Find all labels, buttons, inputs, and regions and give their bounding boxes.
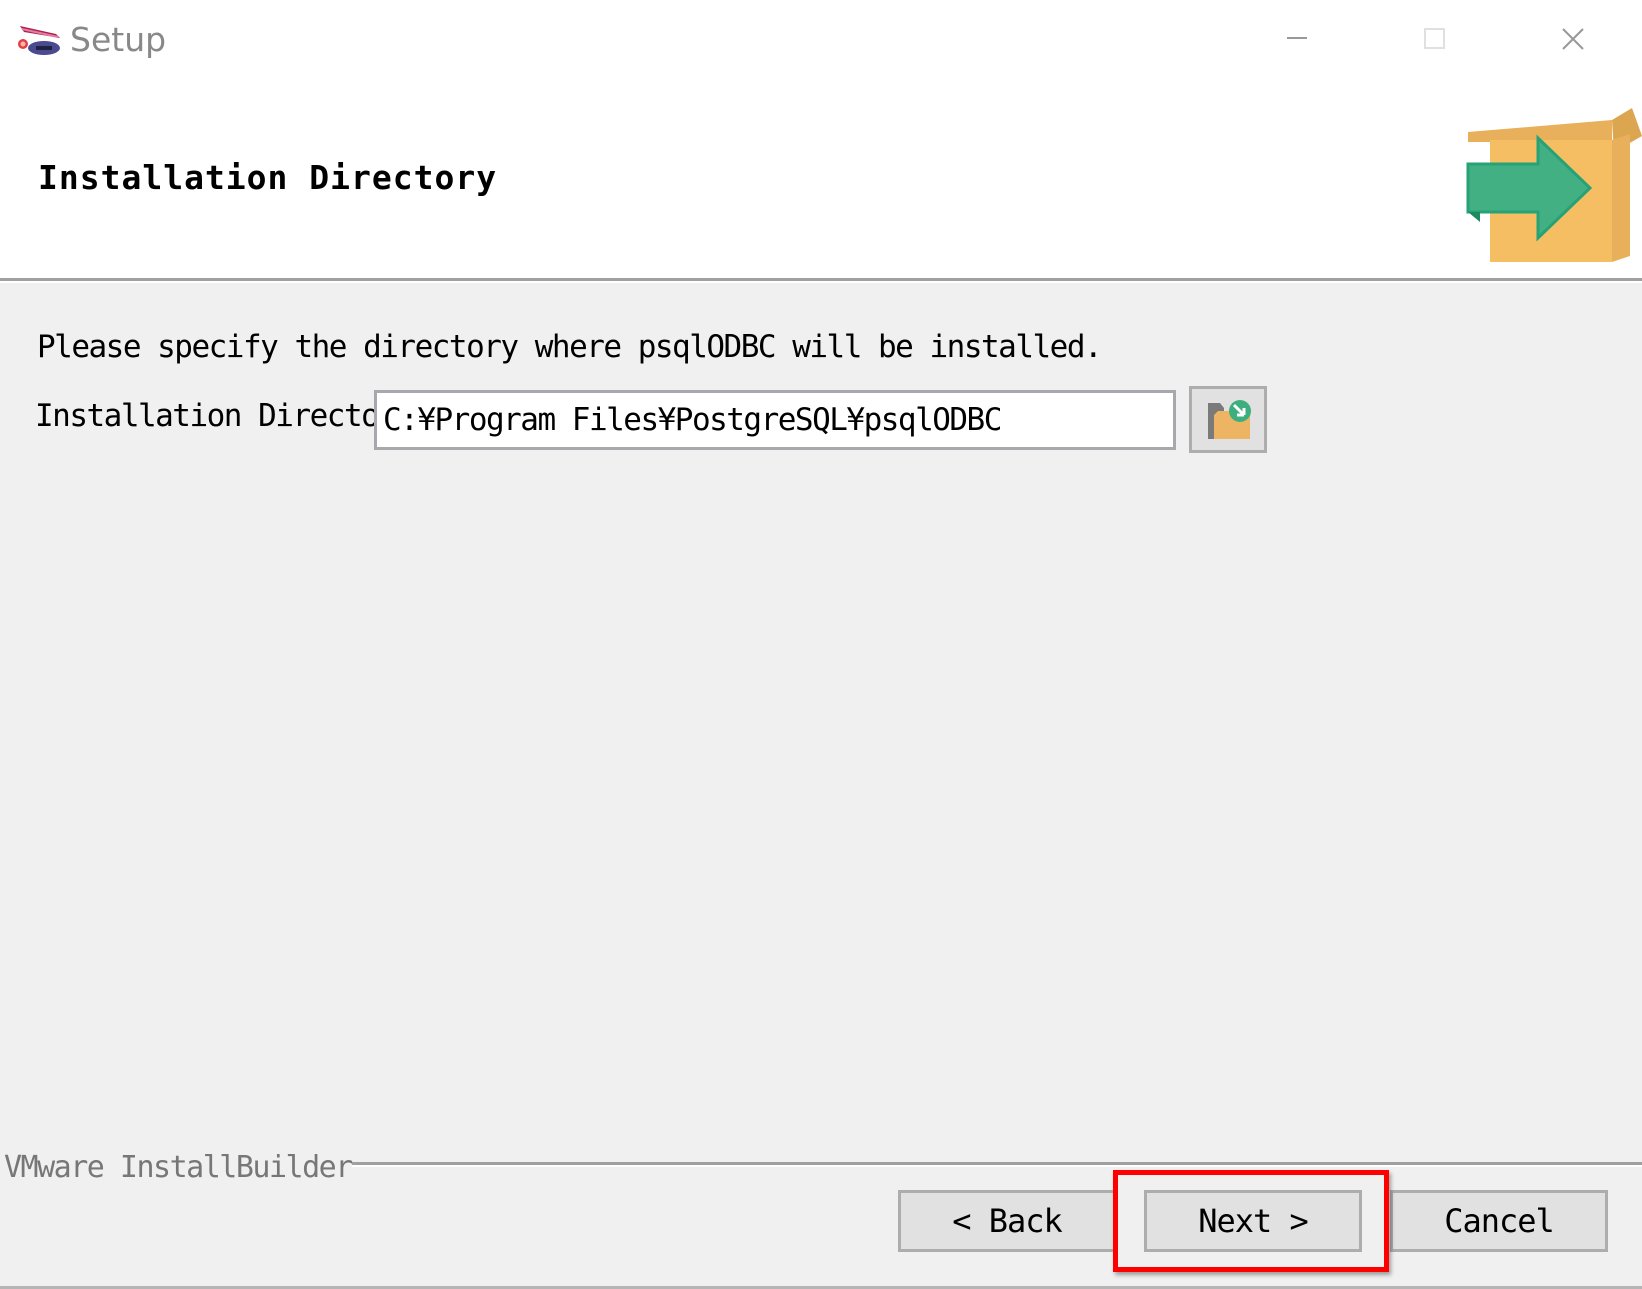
browse-button[interactable] <box>1189 386 1267 453</box>
footer-divider-highlight <box>352 1165 1642 1167</box>
close-icon <box>1562 28 1584 50</box>
app-icon <box>16 22 66 60</box>
window-title: Setup <box>70 20 167 59</box>
minimize-icon <box>1287 37 1307 39</box>
page-title: Installation Directory <box>38 158 498 197</box>
header-divider-highlight <box>0 281 1642 283</box>
title-bar: Setup <box>0 0 1642 80</box>
installation-directory-label: Installation Directory <box>35 398 414 434</box>
installer-brand-label: VMware InstallBuilder <box>4 1150 353 1185</box>
back-button[interactable]: < Back <box>898 1190 1116 1252</box>
instruction-text: Please specify the directory where psqlO… <box>37 329 1103 365</box>
next-button[interactable]: Next > <box>1144 1190 1362 1252</box>
close-button[interactable] <box>1504 0 1642 78</box>
wizard-header: Installation Directory <box>0 80 1642 278</box>
cancel-button[interactable]: Cancel <box>1390 1190 1608 1252</box>
installation-directory-input[interactable] <box>374 390 1176 450</box>
maximize-button[interactable] <box>1366 0 1504 78</box>
maximize-icon <box>1424 28 1445 49</box>
browse-folder-icon <box>1208 400 1251 439</box>
install-box-arrow-icon <box>1462 96 1642 266</box>
minimize-button[interactable] <box>1228 0 1366 78</box>
